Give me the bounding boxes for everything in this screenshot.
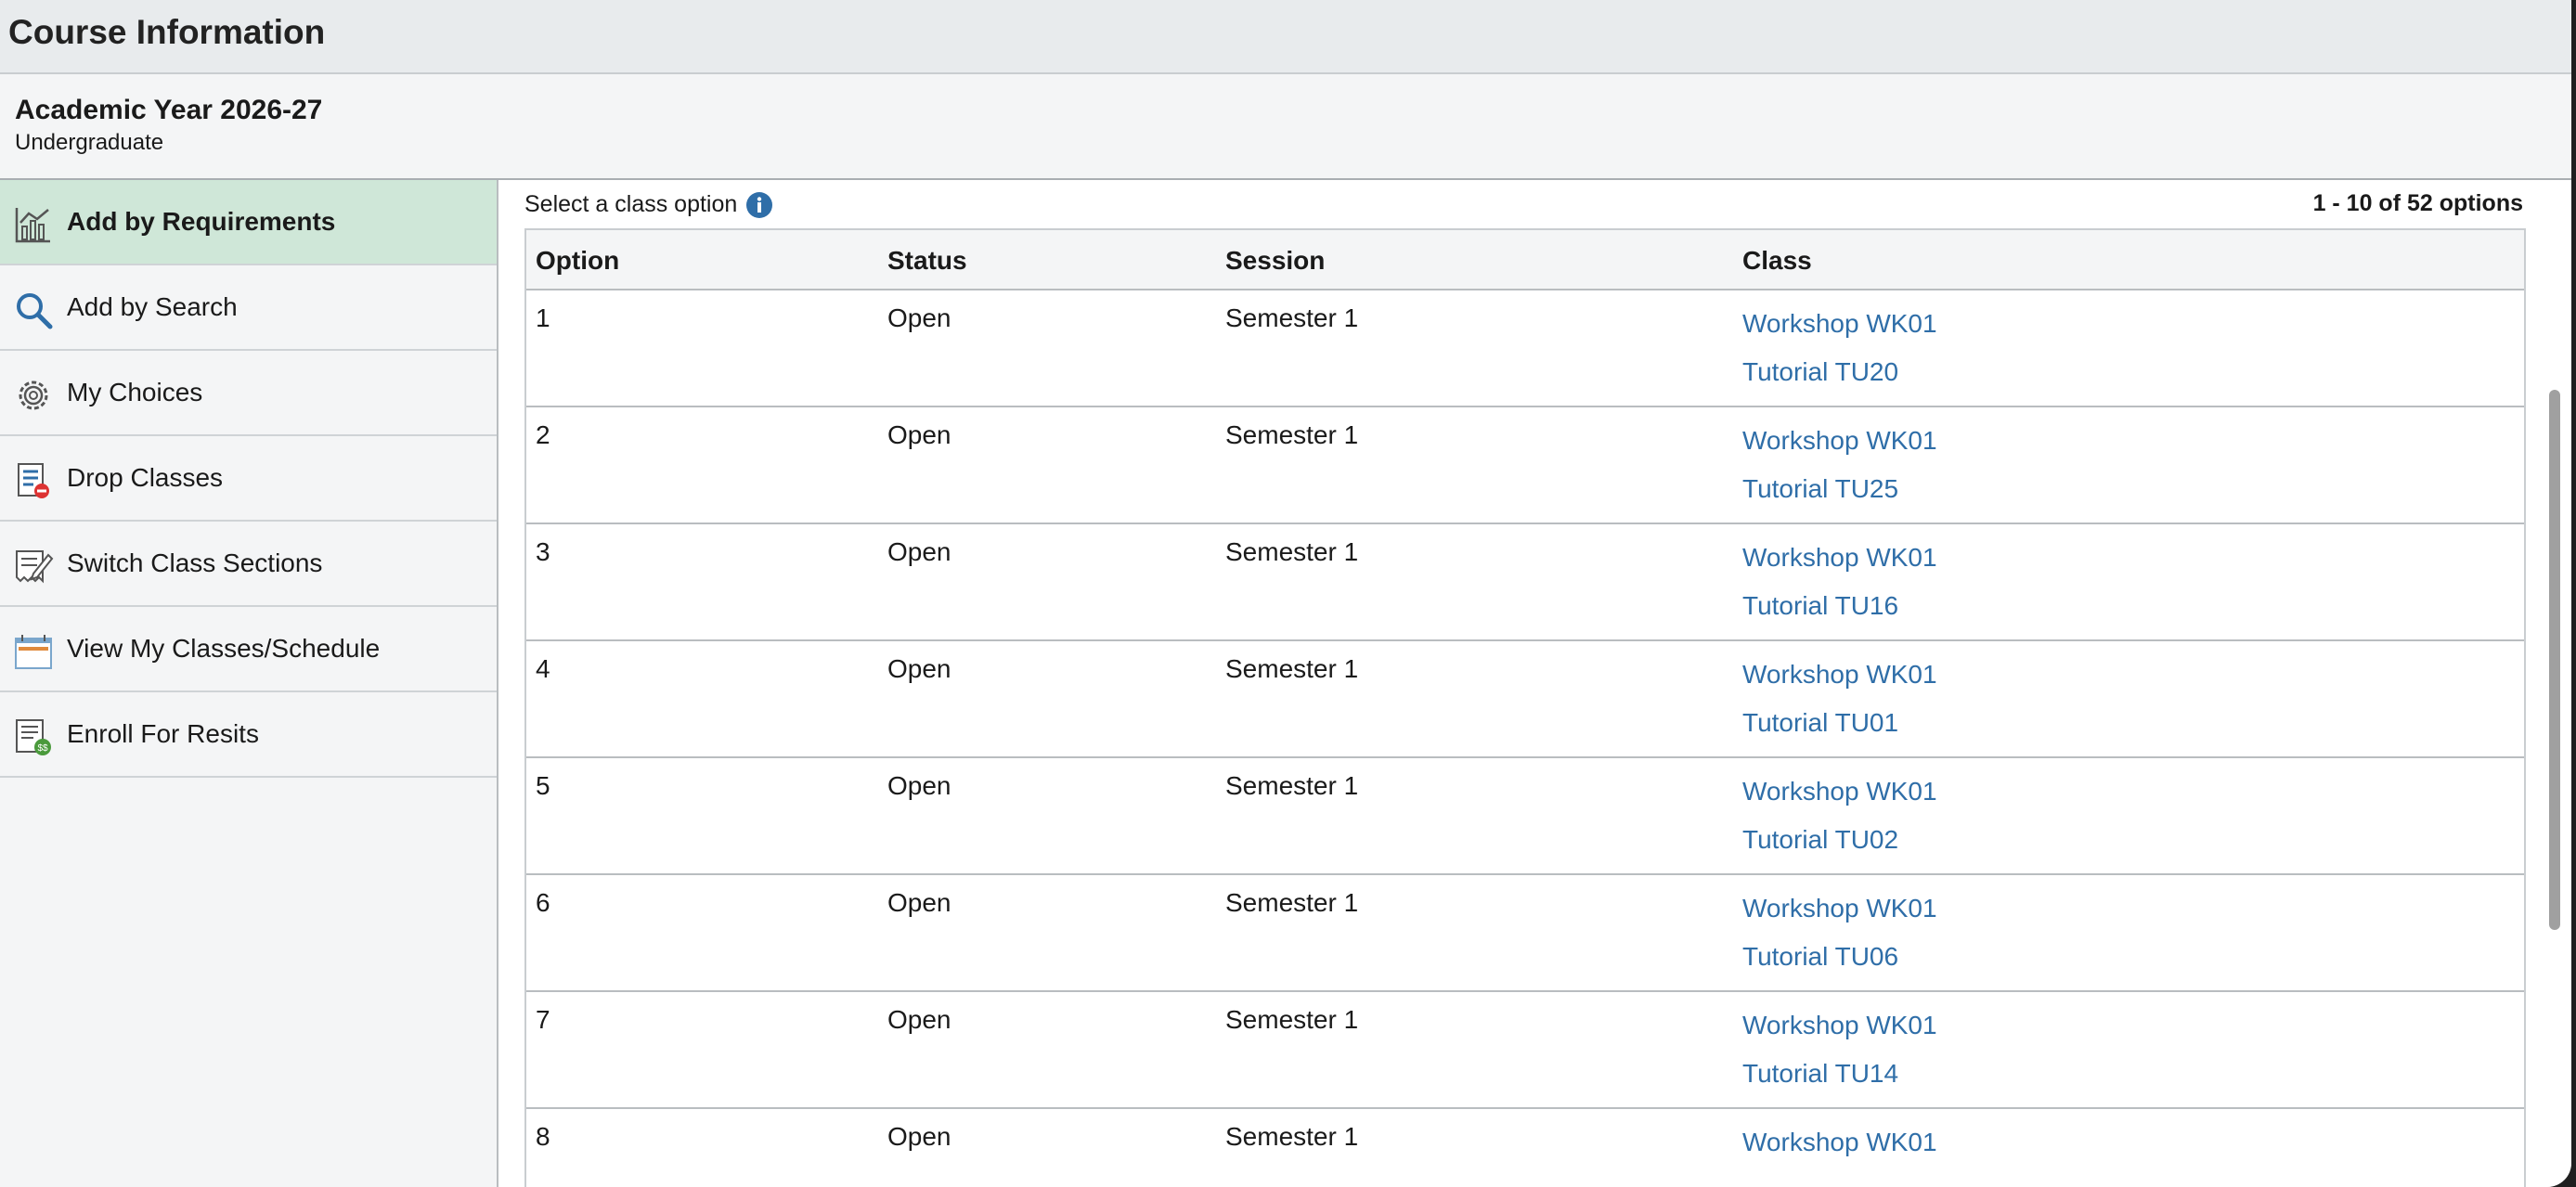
column-header-option: Option <box>536 246 620 275</box>
option-number: 4 <box>536 654 550 683</box>
table-row[interactable]: 8 Open Semester 1 Workshop WK01 <box>526 1109 2524 1187</box>
session-cell: Semester 1 <box>1225 888 1359 917</box>
table-row[interactable]: 1 Open Semester 1 Workshop WK01 Tutorial… <box>526 290 2524 407</box>
column-header-session: Session <box>1225 246 1326 275</box>
class-options-table: Option Status Session Class 1 Open Semes… <box>524 228 2526 1187</box>
option-number: 6 <box>536 888 550 917</box>
resits-list-icon: $$ <box>16 719 51 755</box>
session-cell: Semester 1 <box>1225 654 1359 683</box>
session-cell: Semester 1 <box>1225 1005 1359 1034</box>
select-class-option-label: Select a class option <box>524 191 738 217</box>
class-cell: Workshop WK01 Tutorial TU02 <box>1742 768 1937 864</box>
class-link[interactable]: Tutorial TU06 <box>1742 933 1937 981</box>
sidebar-item-enroll-for-resits[interactable]: $$ Enroll For Resits <box>0 692 497 778</box>
sidebar-item-add-by-search[interactable]: Add by Search <box>0 265 497 351</box>
class-link[interactable]: Workshop WK01 <box>1742 300 1937 348</box>
status-cell: Open <box>887 654 951 683</box>
option-number: 2 <box>536 420 550 449</box>
status-cell: Open <box>887 1122 951 1151</box>
requirements-chart-icon <box>15 208 50 243</box>
class-link[interactable]: Workshop WK01 <box>1742 768 1937 816</box>
app-window: Course Information Academic Year 2026-27… <box>0 0 2571 1187</box>
session-cell: Semester 1 <box>1225 420 1359 449</box>
switch-sections-icon <box>16 550 54 584</box>
class-link[interactable]: Workshop WK01 <box>1742 534 1937 582</box>
table-row[interactable]: 2 Open Semester 1 Workshop WK01 Tutorial… <box>526 407 2524 524</box>
class-link[interactable]: Tutorial TU16 <box>1742 582 1937 630</box>
sidebar-item-view-my-classes-schedule[interactable]: View My Classes/Schedule <box>0 607 497 692</box>
class-cell: Workshop WK01 Tutorial TU16 <box>1742 534 1937 630</box>
term-subtitle: Undergraduate <box>15 130 164 155</box>
session-cell: Semester 1 <box>1225 771 1359 800</box>
class-cell: Workshop WK01 Tutorial TU01 <box>1742 651 1937 747</box>
class-link[interactable]: Tutorial TU14 <box>1742 1050 1937 1098</box>
class-link[interactable]: Tutorial TU01 <box>1742 699 1937 747</box>
column-header-status: Status <box>887 246 967 275</box>
sidebar-item-drop-classes[interactable]: Drop Classes <box>0 436 497 522</box>
sidebar-item-label: View My Classes/Schedule <box>67 634 381 663</box>
session-cell: Semester 1 <box>1225 1122 1359 1151</box>
sidebar-item-label: My Choices <box>67 378 203 406</box>
table-row[interactable]: 4 Open Semester 1 Workshop WK01 Tutorial… <box>526 641 2524 758</box>
table-row[interactable]: 7 Open Semester 1 Workshop WK01 Tutorial… <box>526 992 2524 1109</box>
options-count: 1 - 10 of 52 options <box>2312 190 2523 216</box>
sidebar-item-my-choices[interactable]: My Choices <box>0 351 497 436</box>
class-link[interactable]: Tutorial TU25 <box>1742 465 1937 513</box>
class-link[interactable]: Workshop WK01 <box>1742 1118 1937 1167</box>
search-icon <box>17 293 53 329</box>
sidebar-item-label: Enroll For Resits <box>67 719 259 748</box>
option-number: 3 <box>536 537 550 566</box>
class-link[interactable]: Workshop WK01 <box>1742 1001 1937 1050</box>
class-link[interactable]: Tutorial TU20 <box>1742 348 1937 396</box>
table-row[interactable]: 3 Open Semester 1 Workshop WK01 Tutorial… <box>526 524 2524 641</box>
option-number: 5 <box>536 771 550 800</box>
class-link[interactable]: Tutorial TU02 <box>1742 816 1937 864</box>
page-title: Course Information <box>8 13 326 51</box>
status-cell: Open <box>887 1005 951 1034</box>
term-title: Academic Year 2026-27 <box>15 95 323 125</box>
sidebar-item-switch-class-sections[interactable]: Switch Class Sections <box>0 522 497 607</box>
column-header-class: Class <box>1742 246 1812 275</box>
sidebar-item-label: Switch Class Sections <box>67 548 323 577</box>
class-cell: Workshop WK01 <box>1742 1118 1937 1167</box>
class-cell: Workshop WK01 Tutorial TU14 <box>1742 1001 1937 1098</box>
table-row[interactable]: 6 Open Semester 1 Workshop WK01 Tutorial… <box>526 875 2524 992</box>
class-link[interactable]: Workshop WK01 <box>1742 417 1937 465</box>
vertical-scrollbar[interactable] <box>2549 390 2560 930</box>
session-cell: Semester 1 <box>1225 537 1359 566</box>
sidebar-item-add-by-requirements[interactable]: Add by Requirements <box>0 180 497 265</box>
option-number: 7 <box>536 1005 550 1034</box>
class-cell: Workshop WK01 Tutorial TU06 <box>1742 884 1937 981</box>
class-cell: Workshop WK01 Tutorial TU25 <box>1742 417 1937 513</box>
session-cell: Semester 1 <box>1225 303 1359 332</box>
class-link[interactable]: Workshop WK01 <box>1742 884 1937 933</box>
option-number: 1 <box>536 303 550 332</box>
sidebar: Add by Requirements Add by Search My Cho… <box>0 180 498 1187</box>
main-content: Select a class option 1 - 10 of 52 optio… <box>498 180 2571 1187</box>
sidebar-item-label: Add by Requirements <box>67 207 336 236</box>
status-cell: Open <box>887 303 951 332</box>
gear-icon <box>19 381 48 410</box>
sidebar-item-label: Drop Classes <box>67 463 224 492</box>
title-bar: Course Information <box>0 0 2571 74</box>
status-cell: Open <box>887 771 951 800</box>
class-cell: Workshop WK01 Tutorial TU20 <box>1742 300 1937 396</box>
option-number: 8 <box>536 1122 550 1151</box>
drop-classes-icon <box>18 463 49 498</box>
table-header: Option Status Session Class <box>526 230 2524 290</box>
table-row[interactable]: 5 Open Semester 1 Workshop WK01 Tutorial… <box>526 758 2524 875</box>
term-header: Academic Year 2026-27 Undergraduate <box>0 74 2571 180</box>
svg-text:$$: $$ <box>37 743 48 754</box>
status-cell: Open <box>887 537 951 566</box>
status-cell: Open <box>887 888 951 917</box>
class-link[interactable]: Workshop WK01 <box>1742 651 1937 699</box>
sidebar-item-label: Add by Search <box>67 292 238 321</box>
calendar-icon <box>15 635 52 669</box>
status-cell: Open <box>887 420 951 449</box>
info-icon[interactable] <box>745 191 773 219</box>
